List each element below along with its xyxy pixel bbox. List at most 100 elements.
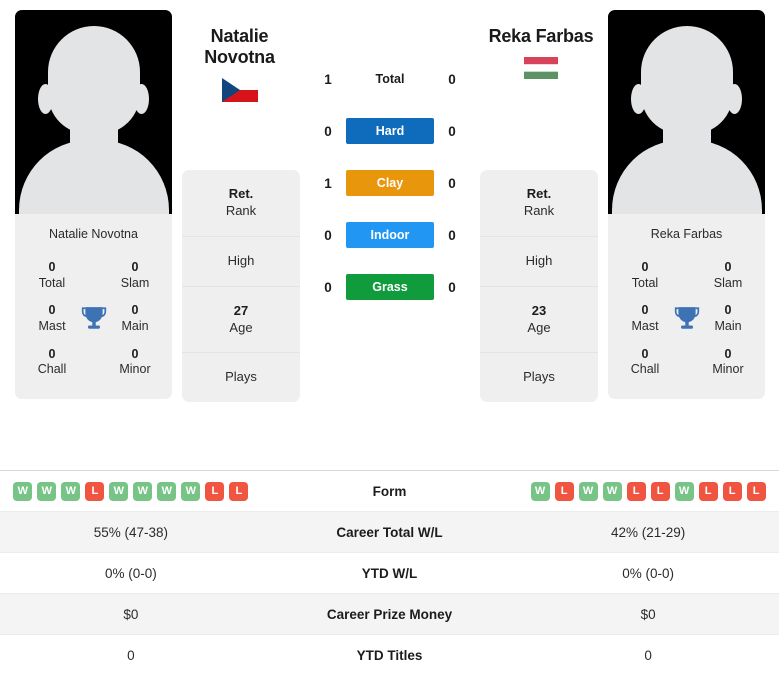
left-player-first-name[interactable]: Natalie (182, 26, 297, 47)
right-player-flag-wrap (470, 57, 612, 80)
h2h-surface-total[interactable]: Total (346, 66, 434, 92)
form-badge-win: W (109, 481, 129, 501)
right-form-cell: WLWWLLWLLL (517, 470, 779, 512)
left-career-prize-money: $0 (0, 593, 262, 635)
avatar-head-icon (640, 26, 733, 134)
left-player-photo (15, 10, 172, 214)
form-badge-loss: L (85, 481, 105, 501)
h2h-surface-hard[interactable]: Hard (346, 118, 434, 144)
right-player-header: Reka Farbas (470, 26, 612, 80)
right-titles-chall: 0 Chall (620, 347, 670, 378)
left-titles-mast-value: 0 (48, 303, 56, 318)
table-row-career-total-wl: 55% (47-38) Career Total W/L 42% (21-29) (0, 511, 779, 553)
right-titles-chall-value: 0 (641, 346, 649, 361)
trophy-icon (674, 307, 699, 329)
trophy-icon (81, 307, 106, 329)
h2h-indoor-left-score: 0 (324, 227, 332, 243)
right-player-card: Reka Farbas 0 Total 0 Slam 0 Mast 0 Main… (608, 10, 765, 399)
form-badge-loss: L (650, 481, 670, 501)
left-titles-total-value: 0 (48, 260, 56, 274)
right-player-photo (608, 10, 765, 214)
form-badge-loss: L (205, 481, 225, 501)
avatar-body-icon (611, 140, 762, 214)
left-form-cell: WWWLWWWWLL (0, 470, 262, 512)
h2h-grass-left-score: 0 (324, 279, 332, 295)
left-player-card: Natalie Novotna 0 Total 0 Slam 0 Mast 0 … (15, 10, 172, 399)
right-titles-total-value: 0 (641, 260, 649, 274)
left-titles-slam: 0 Slam (110, 260, 160, 291)
h2h-surface-clay[interactable]: Clay (346, 170, 434, 196)
form-badge-win: W (530, 481, 550, 501)
h2h-row-clay: 1 Clay 0 (310, 170, 470, 196)
left-titles-chall: 0 Chall (27, 347, 77, 378)
right-ytd-wl: 0% (0-0) (517, 552, 779, 594)
right-player-column: Reka Farbas 0 Total 0 Slam 0 Mast 0 Main… (608, 10, 765, 399)
form-badge-win: W (37, 481, 57, 501)
right-info-plays-label: Plays (523, 369, 555, 385)
head-to-head-column: 1 Total 0 0 Hard 0 1 Clay 0 0 Indoor 0 0 (310, 10, 470, 300)
right-titles-total: 0 Total (620, 260, 670, 291)
form-badge-loss: L (722, 481, 742, 501)
form-badge-loss: L (554, 481, 574, 501)
left-info-age: 27 Age (182, 287, 300, 354)
right-info-high-label: High (525, 252, 553, 268)
right-info-age-value: 23 (531, 302, 547, 318)
right-titles-slam: 0 Slam (703, 260, 753, 291)
right-titles-slam-label: Slam (713, 275, 743, 290)
left-info-rank: Ret. Rank (182, 170, 300, 237)
left-titles-row-2: 0 Mast 0 Main (15, 298, 172, 341)
left-player-titles: 0 Total 0 Slam 0 Mast 0 Main 0 Chall 0 M… (15, 253, 172, 399)
left-info-high-label: High (227, 252, 255, 268)
right-titles-row-2: 0 Mast 0 Main (608, 298, 765, 341)
right-titles-main-value: 0 (724, 303, 732, 318)
left-career-total-wl: 55% (47-38) (0, 511, 262, 553)
avatar-body-icon (18, 140, 169, 214)
avatar-ear-right-icon (727, 84, 742, 114)
left-info-age-value: 27 (233, 302, 249, 318)
left-player-last-name[interactable]: Novotna (182, 47, 297, 68)
right-career-total-wl: 42% (21-29) (517, 511, 779, 553)
h2h-surface-grass[interactable]: Grass (346, 274, 434, 300)
form-badge-loss: L (626, 481, 646, 501)
h2h-surface-indoor[interactable]: Indoor (346, 222, 434, 248)
form-badge-win: W (133, 481, 153, 501)
player-comparison-page: Natalie Novotna 0 Total 0 Slam 0 Mast 0 … (0, 0, 779, 699)
career-total-wl-label: Career Total W/L (261, 511, 518, 553)
h2h-row-hard: 0 Hard 0 (310, 118, 470, 144)
table-row-form: WWWLWWWWLL Form WLWWLLWLLL (0, 470, 779, 512)
right-titles-minor-label: Minor (712, 362, 744, 377)
h2h-hard-right-score: 0 (448, 123, 456, 139)
right-titles-minor: 0 Minor (703, 347, 753, 378)
left-titles-mast: 0 Mast (27, 303, 77, 334)
compare-section: Natalie Novotna 0 Total 0 Slam 0 Mast 0 … (0, 0, 779, 470)
left-titles-total: 0 Total (27, 260, 77, 291)
form-badge-win: W (674, 481, 694, 501)
left-titles-chall-label: Chall (37, 362, 67, 377)
left-info-card: Ret. Rank High 27 Age Plays (182, 170, 300, 403)
right-titles-mast: 0 Mast (620, 303, 670, 334)
form-badge-win: W (181, 481, 201, 501)
left-titles-row-3: 0 Chall 0 Minor (15, 342, 172, 385)
form-badge-win: W (602, 481, 622, 501)
ytd-titles-label: YTD Titles (261, 634, 518, 676)
right-info-rank-label: Rank (523, 202, 555, 218)
left-info-rank-value: Ret. (228, 186, 254, 201)
left-titles-main-value: 0 (131, 303, 139, 318)
right-info-age: 23 Age (480, 287, 598, 354)
left-titles-slam-label: Slam (120, 275, 150, 290)
right-ytd-titles: 0 (517, 634, 779, 676)
right-titles-row-1: 0 Total 0 Slam (608, 255, 765, 298)
form-badge-win: W (578, 481, 598, 501)
h2h-row-indoor: 0 Indoor 0 (310, 222, 470, 248)
form-row-label: Form (261, 470, 518, 512)
right-info-card: Ret. Rank High 23 Age Plays (480, 170, 598, 403)
left-titles-minor-label: Minor (119, 362, 151, 377)
right-player-name[interactable]: Reka Farbas (470, 26, 612, 47)
right-info-plays: Plays (480, 353, 598, 402)
left-player-column: Natalie Novotna 0 Total 0 Slam 0 Mast 0 … (15, 10, 172, 399)
form-badge-win: W (13, 481, 33, 501)
right-titles-main: 0 Main (703, 303, 753, 334)
left-titles-total-label: Total (38, 275, 66, 290)
h2h-total-left-score: 1 (324, 71, 332, 87)
form-badge-loss: L (698, 481, 718, 501)
